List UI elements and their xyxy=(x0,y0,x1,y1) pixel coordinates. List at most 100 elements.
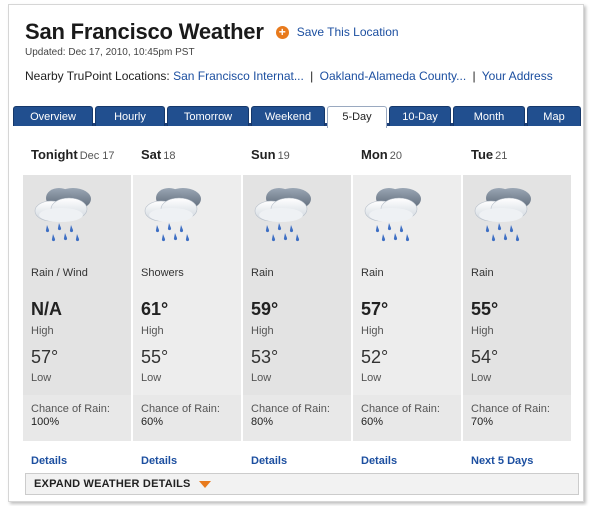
low-label: Low xyxy=(141,372,162,384)
high-temp: 59° xyxy=(251,299,279,319)
day-name: Tue xyxy=(471,147,494,162)
details-link[interactable]: Details xyxy=(141,455,177,467)
condition-text: Rain xyxy=(361,267,384,279)
details-cell: Details xyxy=(353,441,461,471)
rain-chance: Chance of Rain: 60% xyxy=(133,395,241,441)
high-label: High xyxy=(361,325,384,337)
details-link[interactable]: Details xyxy=(361,455,397,467)
nearby-separator: | xyxy=(472,69,476,83)
tab-map[interactable]: Map xyxy=(527,106,581,126)
details-link[interactable]: Details xyxy=(251,455,287,467)
rain-chance-value: 60% xyxy=(361,416,384,428)
day-body: Rain 55° High 54° Low xyxy=(463,175,571,395)
day-header: Sat 18 xyxy=(133,137,241,175)
day-date: Dec 17 xyxy=(79,150,115,162)
rain-chance-label: Chance of Rain: xyxy=(251,403,330,415)
expand-label: EXPAND WEATHER DETAILS xyxy=(34,478,191,490)
day-body: Rain / Wind N/A High 57° Low xyxy=(23,175,131,395)
expand-weather-details-button[interactable]: EXPAND WEATHER DETAILS xyxy=(25,473,579,495)
day-body: Rain 59° High 53° Low xyxy=(243,175,351,395)
rain-chance: Chance of Rain: 80% xyxy=(243,395,351,441)
low-label: Low xyxy=(471,372,492,384)
rain-chance: Chance of Rain: 60% xyxy=(353,395,461,441)
page-title: San Francisco Weather xyxy=(25,19,264,44)
day-date: 21 xyxy=(495,150,508,162)
caret-down-icon xyxy=(198,480,211,488)
high-label: High xyxy=(31,325,54,337)
low-temp: 52° xyxy=(361,347,389,367)
details-cell: Next 5 Days xyxy=(463,441,571,471)
forecast-day-2: Sat 18 Showers 61° High 55° Low Chance o… xyxy=(133,137,241,471)
condition-text: Showers xyxy=(141,267,184,279)
forecast-day-4: Mon 20 Rain 57° High 52° Low Chance of R… xyxy=(353,137,461,471)
high-temp: N/A xyxy=(31,299,62,319)
details-cell: Details xyxy=(133,441,241,471)
updated-timestamp: Updated: Dec 17, 2010, 10:45pm PST xyxy=(25,47,195,58)
save-location-link[interactable]: Save This Location xyxy=(297,25,399,39)
condition-text: Rain xyxy=(251,267,274,279)
details-link[interactable]: Next 5 Days xyxy=(471,455,533,467)
low-label: Low xyxy=(361,372,382,384)
rain-cloud-icon xyxy=(144,188,201,242)
low-temp: 54° xyxy=(471,347,499,367)
tab-weekend[interactable]: Weekend xyxy=(251,106,325,126)
day-body: Rain 57° High 52° Low xyxy=(353,175,461,395)
rain-chance-value: 70% xyxy=(471,416,494,428)
tab-overview[interactable]: Overview xyxy=(13,106,93,126)
day-date: 19 xyxy=(277,150,290,162)
details-cell: Details xyxy=(23,441,131,471)
low-label: Low xyxy=(31,372,52,384)
condition-text: Rain / Wind xyxy=(31,267,88,279)
day-header: Mon 20 xyxy=(353,137,461,175)
high-label: High xyxy=(251,325,274,337)
day-name: Mon xyxy=(361,147,388,162)
forecast-day-5: Tue 21 Rain 55° High 54° Low Chance of R… xyxy=(463,137,571,471)
rain-chance-label: Chance of Rain: xyxy=(471,403,550,415)
details-link[interactable]: Details xyxy=(31,455,67,467)
forecast-day-1: Tonight Dec 17 Rain / Wind N/A High 57° … xyxy=(23,137,131,471)
rain-chance: Chance of Rain: 100% xyxy=(23,395,131,441)
save-location-button[interactable]: + Save This Location xyxy=(275,25,399,39)
rain-cloud-icon xyxy=(34,188,91,242)
day-date: 18 xyxy=(163,150,176,162)
tab-10-day[interactable]: 10-Day xyxy=(389,106,451,126)
nearby-link-sfo[interactable]: San Francisco Internat... xyxy=(173,69,304,83)
high-temp: 55° xyxy=(471,299,499,319)
tab-5-day[interactable]: 5-Day xyxy=(327,106,387,128)
rain-cloud-icon xyxy=(474,188,531,242)
nearby-separator: | xyxy=(310,69,314,83)
day-header: Tonight Dec 17 xyxy=(23,137,131,175)
high-label: High xyxy=(471,325,494,337)
low-label: Low xyxy=(251,372,272,384)
rain-chance-label: Chance of Rain: xyxy=(361,403,440,415)
rain-cloud-icon xyxy=(254,188,311,242)
high-temp: 61° xyxy=(141,299,169,319)
tab-tomorrow[interactable]: Tomorrow xyxy=(167,106,249,126)
high-temp: 57° xyxy=(361,299,389,319)
low-temp: 57° xyxy=(31,347,59,367)
forecast-grid: Tonight Dec 17 Rain / Wind N/A High 57° … xyxy=(23,137,573,471)
rain-chance-value: 80% xyxy=(251,416,274,428)
plus-circle-icon: + xyxy=(275,25,289,39)
condition-text: Rain xyxy=(471,267,494,279)
day-name: Sun xyxy=(251,147,276,162)
day-body: Showers 61° High 55° Low xyxy=(133,175,241,395)
rain-chance-label: Chance of Rain: xyxy=(31,403,110,415)
nearby-link-oakland[interactable]: Oakland-Alameda County... xyxy=(320,69,467,83)
title-row: San Francisco Weather + Save This Locati… xyxy=(25,19,399,45)
tab-month[interactable]: Month xyxy=(453,106,525,126)
high-label: High xyxy=(141,325,164,337)
day-date: 20 xyxy=(389,150,402,162)
rain-chance-value: 60% xyxy=(141,416,164,428)
nearby-link-your-address[interactable]: Your Address xyxy=(482,69,553,83)
forecast-day-3: Sun 19 Rain 59° High 53° Low Chance of R… xyxy=(243,137,351,471)
rain-chance-label: Chance of Rain: xyxy=(141,403,220,415)
day-name: Tonight xyxy=(31,147,78,162)
nearby-locations: Nearby TruPoint Locations: San Francisco… xyxy=(25,69,553,83)
weather-panel: San Francisco Weather + Save This Locati… xyxy=(8,4,584,502)
low-temp: 55° xyxy=(141,347,169,367)
tab-hourly[interactable]: Hourly xyxy=(95,106,165,126)
nearby-label: Nearby TruPoint Locations: xyxy=(25,69,170,83)
rain-chance-value: 100% xyxy=(31,416,60,428)
day-header: Tue 21 xyxy=(463,137,571,175)
